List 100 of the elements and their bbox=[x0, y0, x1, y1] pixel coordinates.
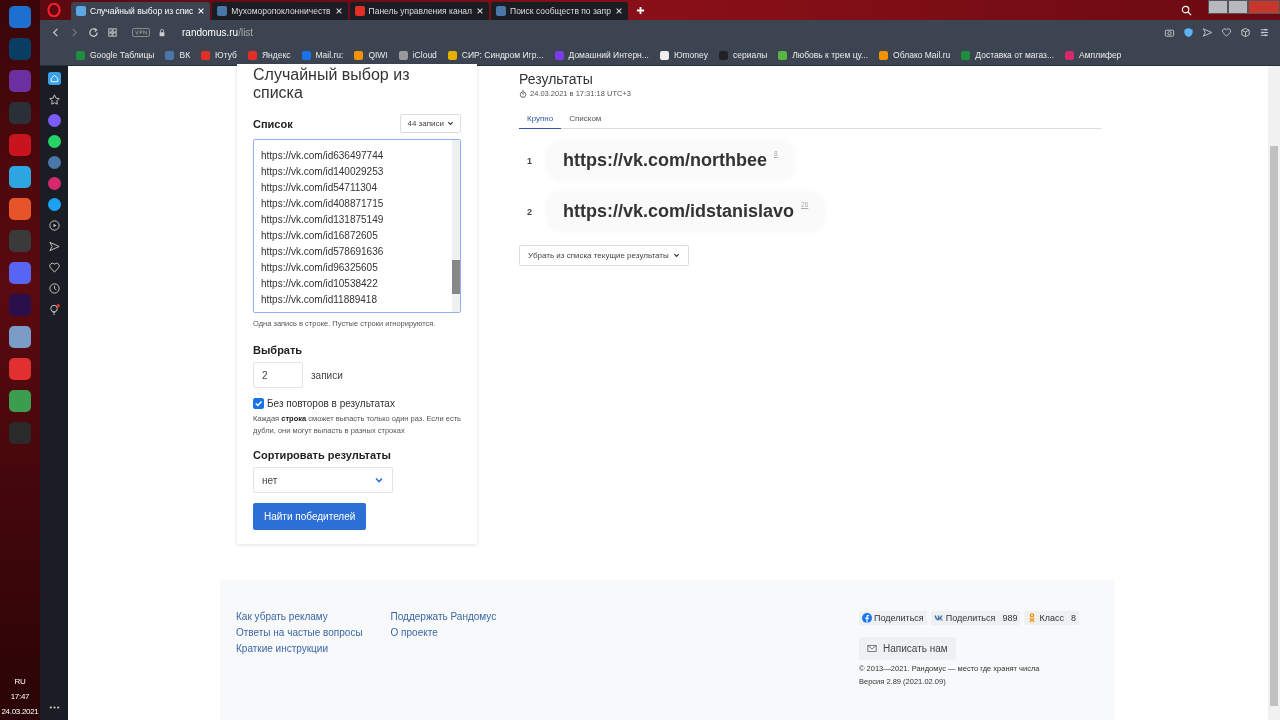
bookmark-item[interactable]: Любовь к трем цу... bbox=[778, 50, 869, 60]
opera-logo-icon[interactable] bbox=[47, 3, 61, 17]
result-index: 1 bbox=[527, 155, 533, 166]
browser-tab[interactable]: Мухоморопоклонничеств bbox=[212, 2, 348, 20]
window-controls[interactable] bbox=[1208, 0, 1280, 14]
bookmark-item[interactable]: Ютуб bbox=[201, 50, 237, 60]
star-icon[interactable] bbox=[47, 93, 61, 106]
bookmark-item[interactable]: Яндекс bbox=[247, 50, 291, 60]
cube-icon[interactable] bbox=[1240, 27, 1251, 38]
settings-icon[interactable] bbox=[1259, 27, 1270, 38]
list-entry: https://vk.com/id131875149 bbox=[261, 213, 385, 227]
camera-icon[interactable] bbox=[1164, 27, 1175, 38]
close-icon[interactable] bbox=[476, 7, 485, 15]
heart-icon[interactable] bbox=[1221, 27, 1232, 38]
browser-tab[interactable]: Случайный выбор из спис bbox=[71, 2, 211, 20]
close-icon[interactable] bbox=[614, 7, 623, 15]
app-icon[interactable] bbox=[9, 326, 31, 348]
footer-link[interactable]: Ответы на частые вопросы bbox=[236, 627, 363, 638]
app-icon[interactable] bbox=[9, 390, 31, 412]
form-title: Случайный выбор из списка bbox=[253, 66, 411, 102]
new-tab-icon[interactable] bbox=[635, 5, 645, 15]
checkbox[interactable] bbox=[253, 398, 264, 409]
count-input[interactable]: 2 bbox=[253, 362, 303, 388]
results-title: Результаты bbox=[519, 71, 594, 87]
share-button[interactable]: Класс 8 bbox=[1024, 611, 1079, 625]
scrollbar[interactable] bbox=[452, 140, 460, 312]
bookmark-item[interactable]: Амплифер bbox=[1065, 50, 1122, 60]
back-icon[interactable] bbox=[50, 27, 61, 38]
vk-icon bbox=[933, 613, 944, 623]
bookmark-item[interactable]: iCloud bbox=[398, 50, 437, 60]
browser-tab[interactable]: Панель управления канал bbox=[349, 2, 490, 20]
reload-icon[interactable] bbox=[88, 27, 99, 38]
grid-icon[interactable] bbox=[107, 27, 118, 38]
app-icon[interactable] bbox=[9, 166, 31, 188]
list-input-field[interactable] bbox=[253, 139, 461, 313]
stopwatch-icon bbox=[519, 89, 527, 98]
chevron-icon bbox=[374, 475, 384, 485]
list-entry: https://vk.com/id96325605 bbox=[261, 261, 379, 275]
bookmark-item[interactable]: Mail.ru: bbox=[301, 50, 344, 60]
bookmark-item[interactable]: Облако Mail.ru bbox=[879, 50, 951, 60]
app-icon[interactable] bbox=[47, 156, 61, 169]
heart-icon[interactable] bbox=[47, 261, 61, 274]
lock-icon bbox=[158, 27, 166, 38]
shield-icon[interactable] bbox=[1183, 27, 1194, 38]
footer-link[interactable]: Как убрать рекламу bbox=[236, 611, 363, 622]
sort-select[interactable]: нет bbox=[253, 467, 393, 493]
app-icon[interactable] bbox=[47, 135, 61, 148]
result-index: 2 bbox=[527, 206, 533, 217]
page-scrollbar[interactable] bbox=[1268, 66, 1280, 720]
footer-link[interactable]: Поддержать Рандомус bbox=[390, 611, 497, 622]
clock-icon[interactable] bbox=[47, 282, 61, 295]
app-icon[interactable] bbox=[47, 177, 61, 190]
count-unit: записи bbox=[311, 369, 343, 381]
bookmark-item[interactable]: СИР: Синдром Игр... bbox=[447, 50, 544, 60]
share-button[interactable]: Поделиться 989 bbox=[930, 611, 1021, 625]
list-entry: https://vk.com/id54711304 bbox=[261, 181, 378, 195]
footer-link[interactable]: О проекте bbox=[390, 627, 497, 638]
contact-button[interactable]: Написать нам bbox=[859, 637, 956, 660]
url-field[interactable]: randomus.ru/list bbox=[182, 27, 254, 38]
home-icon[interactable] bbox=[47, 72, 61, 85]
search-icon[interactable] bbox=[1181, 4, 1192, 16]
remove-results-button[interactable]: Убрать из списка текущие результаты bbox=[519, 245, 689, 266]
list-entry: https://vk.com/id16872605 bbox=[261, 229, 379, 243]
view-tab[interactable]: Списком bbox=[561, 110, 610, 128]
send-icon[interactable] bbox=[47, 240, 61, 253]
list-label: Список bbox=[253, 117, 293, 130]
bookmark-item[interactable]: сериалы bbox=[719, 50, 768, 60]
footer-link[interactable]: Краткие инструкции bbox=[236, 643, 363, 654]
caret-icon bbox=[672, 252, 680, 259]
choose-label: Выбрать bbox=[253, 344, 304, 356]
app-icon[interactable] bbox=[9, 198, 31, 220]
share-button[interactable]: Поделиться bbox=[859, 611, 927, 625]
list-entry: https://vk.com/id140029253 bbox=[261, 165, 385, 179]
play-icon[interactable] bbox=[47, 219, 61, 232]
clock-time: 17:47 bbox=[10, 692, 30, 701]
list-entry: https://vk.com/id578691636 bbox=[261, 245, 385, 259]
list-entry: https://vk.com/id408871715 bbox=[261, 197, 385, 211]
checkbox-label[interactable]: Без повторов в результатах bbox=[267, 398, 395, 409]
vpn-badge-icon[interactable] bbox=[132, 28, 150, 37]
language-indicator[interactable]: RU bbox=[14, 677, 26, 686]
facebook-icon bbox=[862, 613, 872, 623]
entries-count-button[interactable]: 44 записи bbox=[400, 114, 461, 133]
app-icon[interactable] bbox=[47, 198, 61, 211]
bookmark-item[interactable]: ВК bbox=[165, 50, 191, 60]
bookmark-item[interactable]: Google Таблицы bbox=[76, 50, 155, 60]
ok-icon bbox=[1027, 613, 1038, 623]
bookmark-item[interactable]: Юmoney bbox=[659, 50, 708, 60]
lightbulb-icon[interactable] bbox=[47, 303, 61, 316]
browser-tab[interactable]: Поиск сообществ по запр bbox=[491, 2, 628, 20]
view-tab[interactable]: Крупно bbox=[519, 110, 562, 129]
bookmark-item[interactable]: QIWI bbox=[354, 50, 388, 60]
send-icon[interactable] bbox=[1202, 27, 1213, 38]
app-icon[interactable] bbox=[47, 114, 61, 127]
list-entry: https://vk.com/id10538422 bbox=[261, 277, 379, 291]
bookmark-item[interactable]: Доставка от магаз... bbox=[961, 50, 1055, 60]
caret-icon bbox=[447, 120, 454, 127]
bookmark-item[interactable]: Домашний Интерн... bbox=[554, 50, 649, 60]
envelope-icon bbox=[867, 644, 877, 653]
find-winners-button[interactable]: Найти победителей bbox=[253, 503, 367, 530]
close-icon[interactable] bbox=[334, 7, 343, 15]
